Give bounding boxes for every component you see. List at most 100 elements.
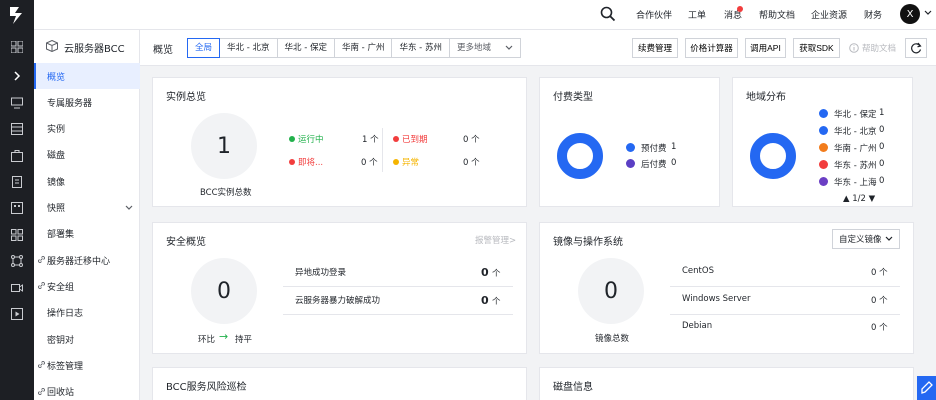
region-tab-beijing[interactable]: 华北 - 北京 <box>220 39 278 57</box>
grid-icon[interactable] <box>8 38 26 56</box>
status-running[interactable]: 运行中 <box>289 133 324 145</box>
sidebar-item[interactable]: 镜像 <box>34 168 140 194</box>
more-regions-label: 更多地域 <box>456 43 491 53</box>
link-icon <box>37 387 46 399</box>
sidebar-item[interactable]: 安全组 <box>34 273 140 299</box>
database-icon[interactable] <box>8 120 26 138</box>
nav-partners[interactable]: 合作伙伴 <box>636 8 672 21</box>
sidebar-title: 云服务器BCC <box>64 43 125 55</box>
sidebar-item-label: 回收站 <box>47 388 75 399</box>
region-tab-suzhou[interactable]: 华东 - 苏州 <box>392 39 450 57</box>
chevron-down-icon <box>885 236 893 241</box>
feedback-button[interactable] <box>917 376 936 400</box>
legend-label: 预付费 <box>641 144 667 154</box>
cube-icon <box>46 39 58 55</box>
legend-dot <box>819 109 828 118</box>
region-pager[interactable]: ▲ 1/2 ▼ <box>843 194 875 204</box>
sidebar-item[interactable]: 概览 <box>34 63 140 89</box>
sidebar-item[interactable]: 密钥对 <box>34 326 140 352</box>
region-tab-baoding[interactable]: 华北 - 保定 <box>278 39 335 57</box>
region-donut-chart <box>750 133 796 179</box>
region-distribution-card: 地域分布 华北 - 保定 1 华北 - 北京 0 华南 - 广州 0 华东 - 苏州 0 华东 … <box>732 77 913 207</box>
images-os-card: 镜像与操作系统 自定义镜像 0 镜像总数 CentOS 0 个 Windows … <box>539 222 914 354</box>
main-content: 概览 全局 华北 - 北京 华北 - 保定 华南 - 广州 华东 - 苏州 更多… <box>140 30 936 400</box>
sidebar-item[interactable]: 标签管理 <box>34 352 140 378</box>
payment-donut-chart <box>557 133 603 179</box>
chevron-down-icon[interactable] <box>924 9 932 19</box>
sidebar-item[interactable]: 操作日志 <box>34 300 140 326</box>
sidebar-item[interactable]: 实例 <box>34 116 140 142</box>
global-nav-rail <box>0 0 34 400</box>
security-overview-card: 安全概览 报警管理> 0 环比 → 持平 异地成功登录 0 个 云服务器暴力破解… <box>152 222 527 354</box>
sidebar-item-label: 部署集 <box>47 230 75 241</box>
instance-overview-card: 实例总览 1 BCC实例总数 运行中 1 个 已到期 0 个 即将... 0 个… <box>152 77 527 207</box>
renewal-button[interactable]: 续费管理 <box>632 38 678 58</box>
sidebar-item[interactable]: 部署集 <box>34 221 140 247</box>
sidebar-item-label: 专属服务器 <box>47 98 93 109</box>
sidebar-item[interactable]: 磁盘 <box>34 142 140 168</box>
help-docs-link[interactable]: 帮助文档 <box>849 42 896 54</box>
search-icon[interactable] <box>600 6 616 22</box>
nav-finance[interactable]: 财务 <box>864 8 882 21</box>
server-icon[interactable] <box>8 94 26 112</box>
legend-dot <box>819 143 828 152</box>
apps-icon[interactable] <box>8 226 26 244</box>
logo-icon[interactable] <box>5 3 29 27</box>
building-icon[interactable] <box>8 199 26 217</box>
refresh-icon[interactable] <box>905 38 927 58</box>
risk-inspection-card: BCC服务风险巡检 <box>152 367 527 400</box>
more-regions-dropdown[interactable]: 更多地域 <box>450 39 520 57</box>
nav-enterprise[interactable]: 企业资源 <box>811 8 847 21</box>
play-icon[interactable] <box>8 305 26 323</box>
chevron-down-icon <box>505 45 513 50</box>
card-title: BCC服务风险巡检 <box>166 382 247 393</box>
image-type-select[interactable]: 自定义镜像 <box>832 229 900 249</box>
status-expired[interactable]: 已到期 <box>393 133 428 145</box>
region-tab-global[interactable]: 全局 <box>187 38 221 58</box>
call-api-button[interactable]: 调用API <box>745 38 786 58</box>
disk-info-card: 磁盘信息 <box>539 367 914 400</box>
link-icon <box>37 255 46 267</box>
legend-value: 0 <box>671 158 677 168</box>
link-icon <box>37 281 46 293</box>
region-tab-guangzhou[interactable]: 华南 - 广州 <box>335 39 393 57</box>
sidebar-item-label: 磁盘 <box>47 151 66 162</box>
get-sdk-button[interactable]: 获取SDK <box>793 38 840 58</box>
payment-type-card: 付费类型 预付费 1 后付费 0 <box>539 77 720 207</box>
sidebar-item[interactable]: 专属服务器 <box>34 89 140 115</box>
sidebar-item[interactable]: 服务器迁移中心 <box>34 247 140 273</box>
legend-dot <box>626 159 635 168</box>
sidebar-item-label: 密钥对 <box>47 335 75 346</box>
page-title: 概览 <box>153 45 173 56</box>
sidebar-item[interactable]: 回收站 <box>34 379 140 400</box>
package-icon[interactable] <box>8 147 26 165</box>
os-row-value: 0 个 <box>871 323 888 333</box>
link-icon <box>37 360 46 372</box>
status-running-count: 1 个 <box>362 135 379 145</box>
status-dot <box>393 136 399 142</box>
sidebar-item-label: 快照 <box>47 204 66 214</box>
arrow-right-icon: → <box>219 330 229 343</box>
price-calculator-button[interactable]: 价格计算器 <box>685 38 738 58</box>
status-abnormal[interactable]: 异常 <box>393 156 419 168</box>
alarm-management-link[interactable]: 报警管理> <box>475 234 516 246</box>
avatar[interactable]: X <box>900 4 920 24</box>
sec-row-count: 0 <box>481 294 489 307</box>
network-icon[interactable] <box>8 252 26 270</box>
sidebar-item[interactable]: 快照 <box>34 195 140 221</box>
nav-help-docs[interactable]: 帮助文档 <box>759 8 795 21</box>
video-icon[interactable] <box>8 279 26 297</box>
os-row-value: 0 个 <box>871 268 888 278</box>
sec-row-label: 异地成功登录 <box>295 268 347 278</box>
divider <box>283 314 513 315</box>
instance-total-circle: 1 <box>191 113 257 179</box>
sidebar-item-label: 镜像 <box>47 177 66 188</box>
status-label: 异常 <box>402 158 420 168</box>
info-icon <box>849 43 859 53</box>
status-expiring[interactable]: 即将... <box>289 156 323 168</box>
sidebar-item-label: 操作日志 <box>47 309 84 320</box>
legend-value: 0 <box>879 176 885 186</box>
document-icon[interactable] <box>8 173 26 191</box>
nav-tickets[interactable]: 工单 <box>688 8 706 21</box>
expand-arrow-icon[interactable] <box>8 67 26 85</box>
